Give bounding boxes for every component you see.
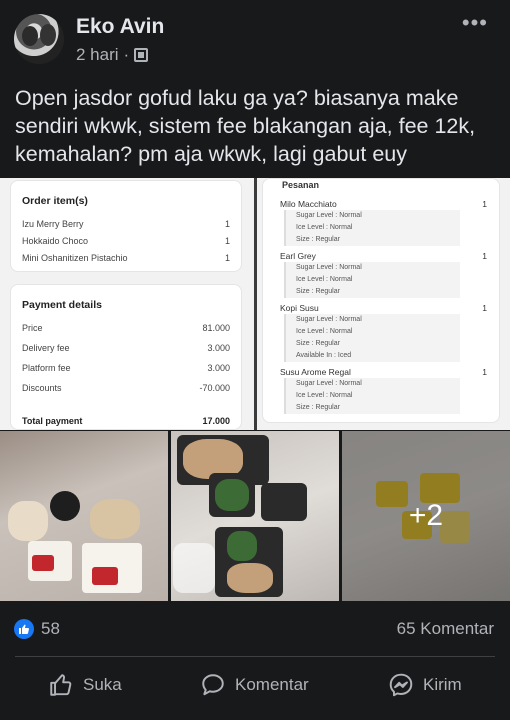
food-photo[interactable] — [0, 431, 168, 601]
order-row: Mini Oshanitizen Pistachio 1 — [22, 253, 230, 263]
thumbs-up-icon — [50, 674, 72, 696]
pesanan-item: Earl Grey 1 — [280, 251, 487, 261]
like-label: Suka — [83, 675, 122, 694]
more-photos-count[interactable]: +2 — [342, 431, 510, 601]
post-text: Open jasdor gofud laku ga ya? biasanya m… — [15, 86, 476, 166]
album-icon — [134, 48, 149, 62]
pesanan-item: Kopi Susu 1 — [280, 303, 487, 313]
avatar[interactable] — [14, 14, 64, 64]
like-button[interactable]: Suka — [48, 670, 122, 700]
pesanan-details: Sugar Level : Normal Ice Level : Normal … — [284, 210, 460, 246]
post-header: Eko Avin 2 hari · ••• — [0, 0, 510, 80]
order-title: Order item(s) — [22, 195, 88, 207]
like-reaction-icon[interactable] — [14, 619, 34, 639]
action-bar: Suka Komentar Kirim — [0, 660, 510, 710]
pesanan-item: Susu Arome Regal 1 — [280, 367, 487, 377]
payment-row: Platform fee 3.000 — [22, 363, 230, 373]
meta-separator: · — [123, 45, 130, 64]
send-button[interactable]: Kirim — [388, 670, 462, 700]
food-photo[interactable]: +2 — [342, 431, 510, 601]
pesanan-details: Sugar Level : Normal Ice Level : Normal … — [284, 378, 460, 414]
order-row: Izu Merry Berry 1 — [22, 219, 230, 229]
food-photo[interactable] — [171, 431, 339, 601]
send-label: Kirim — [423, 675, 462, 694]
reactions-bar: 58 65 Komentar — [0, 605, 510, 651]
total-row: Total payment 17.000 — [22, 416, 230, 426]
post-meta: 2 hari · — [76, 45, 149, 65]
like-count[interactable]: 58 — [41, 619, 60, 639]
more-options-icon[interactable]: ••• — [462, 10, 488, 36]
order-row: Hokkaido Choco 1 — [22, 236, 230, 246]
divider — [15, 656, 495, 657]
payment-row: Discounts -70.000 — [22, 383, 230, 393]
pesanan-item: Milo Macchiato 1 — [280, 199, 487, 209]
order-items-card: Order item(s) Izu Merry Berry 1 Hokkaido … — [10, 180, 242, 272]
payment-title: Payment details — [22, 299, 102, 311]
messenger-icon — [389, 673, 413, 697]
pesanan-details: Sugar Level : Normal Ice Level : Normal … — [284, 314, 460, 362]
screenshot-row: Order item(s) Izu Merry Berry 1 Hokkaido … — [0, 178, 510, 430]
pesanan-card: Pesanan Milo Macchiato 1 Sugar Level : No… — [262, 178, 500, 423]
comment-button[interactable]: Komentar — [200, 670, 309, 700]
comment-count[interactable]: 65 Komentar — [397, 619, 494, 639]
post-time[interactable]: 2 hari — [76, 45, 119, 65]
author-name[interactable]: Eko Avin — [76, 15, 164, 39]
pesanan-screenshot[interactable]: Pesanan Milo Macchiato 1 Sugar Level : No… — [257, 178, 510, 430]
pesanan-details: Sugar Level : Normal Ice Level : Normal … — [284, 262, 460, 298]
receipt-screenshot[interactable]: Order item(s) Izu Merry Berry 1 Hokkaido … — [0, 178, 254, 430]
payment-details-card: Payment details Price 81.000 Delivery fee… — [10, 284, 242, 430]
photo-row: +2 — [0, 431, 510, 601]
pesanan-title: Pesanan — [282, 180, 320, 190]
payment-row: Delivery fee 3.000 — [22, 343, 230, 353]
comment-icon — [202, 674, 224, 696]
payment-row: Price 81.000 — [22, 323, 230, 333]
comment-label: Komentar — [235, 675, 309, 694]
